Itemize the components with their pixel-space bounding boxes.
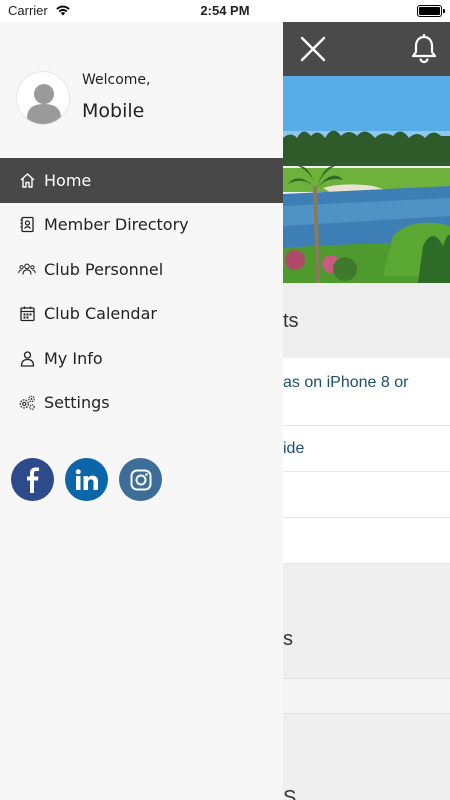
section-title-3: S xyxy=(283,787,297,800)
news-item-1[interactable]: as on iPhone 8 or xyxy=(283,358,450,426)
golf-course-image xyxy=(283,76,450,283)
nav-item-home[interactable]: Home xyxy=(0,158,283,203)
app-header xyxy=(283,22,450,76)
bell-icon[interactable] xyxy=(410,34,438,64)
username: Mobile xyxy=(82,100,145,122)
section-header-1 xyxy=(283,283,450,358)
nav-item-settings[interactable]: Settings xyxy=(0,381,283,426)
nav-label: Club Calendar xyxy=(44,304,157,324)
news-item-text: as on iPhone 8 or xyxy=(283,374,409,391)
linkedin-icon[interactable] xyxy=(65,458,108,501)
nav-label: My Info xyxy=(44,348,103,368)
nav-menu: Home Member Directory Club Personnel Clu… xyxy=(0,158,283,425)
nav-label: Home xyxy=(44,170,92,190)
section-header-2 xyxy=(283,564,450,678)
nav-item-club-personnel[interactable]: Club Personnel xyxy=(0,247,283,292)
social-links xyxy=(11,458,162,501)
home-icon xyxy=(18,171,36,189)
contact-book-icon xyxy=(18,216,36,234)
avatar[interactable] xyxy=(16,71,70,125)
section-title-2: s xyxy=(283,628,293,650)
people-icon xyxy=(18,260,36,278)
news-item-2[interactable]: ide xyxy=(283,426,450,472)
status-bar: Carrier 2:54 PM xyxy=(0,0,450,22)
nav-item-my-info[interactable]: My Info xyxy=(0,336,283,381)
clock: 2:54 PM xyxy=(200,3,250,18)
calendar-icon xyxy=(18,305,36,323)
news-item-4[interactable] xyxy=(283,518,450,564)
instagram-icon[interactable] xyxy=(119,458,162,501)
news-item-3[interactable] xyxy=(283,472,450,518)
profile-header: Welcome, Mobile xyxy=(0,22,283,158)
nav-label: Settings xyxy=(44,393,110,413)
nav-item-club-calendar[interactable]: Club Calendar xyxy=(0,292,283,337)
section-header-3 xyxy=(283,714,450,800)
nav-item-member-directory[interactable]: Member Directory xyxy=(0,203,283,248)
welcome-text: Welcome, xyxy=(82,72,151,88)
close-icon[interactable] xyxy=(299,35,327,63)
section-title-1: ts xyxy=(283,310,299,332)
nav-label: Club Personnel xyxy=(44,259,164,279)
gears-icon xyxy=(18,394,36,412)
news-item-text: ide xyxy=(283,440,305,457)
facebook-icon[interactable] xyxy=(11,458,54,501)
section-divider xyxy=(283,678,450,714)
person-icon xyxy=(18,349,36,367)
navigation-drawer: Welcome, Mobile Home Member Directory Cl… xyxy=(0,22,283,800)
battery-icon xyxy=(417,5,445,17)
nav-label: Member Directory xyxy=(44,215,189,235)
avatar-silhouette-icon xyxy=(27,84,61,124)
